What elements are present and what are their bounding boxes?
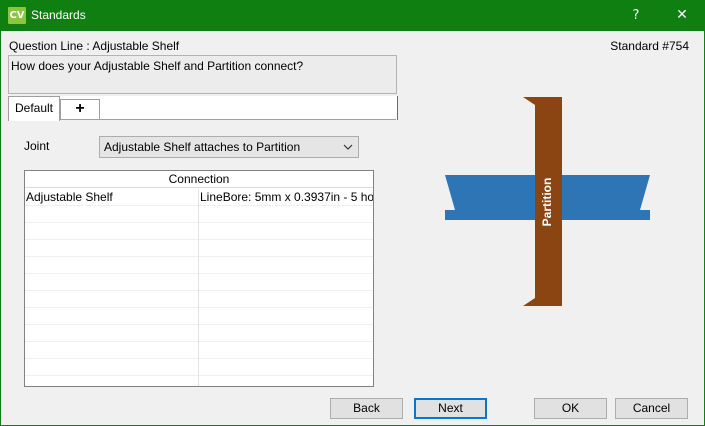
question-text: How does your Adjustable Shelf and Parti… bbox=[8, 55, 397, 94]
chevron-down-icon bbox=[343, 144, 353, 150]
close-button[interactable]: ✕ bbox=[665, 0, 699, 31]
cell-connection bbox=[199, 308, 373, 325]
joint-diagram: Partition bbox=[445, 97, 650, 306]
window-title: Standards bbox=[31, 8, 86, 22]
cell-connection bbox=[199, 274, 373, 291]
cell-connection bbox=[199, 359, 373, 376]
title-bar: CV Standards ? ✕ bbox=[0, 0, 705, 31]
app-icon: CV bbox=[8, 7, 26, 24]
partition-label: Partition bbox=[540, 178, 554, 227]
plus-icon: + bbox=[75, 100, 85, 117]
table-row[interactable] bbox=[25, 376, 373, 386]
tab-default[interactable]: Default bbox=[8, 96, 60, 121]
cell-connection bbox=[199, 291, 373, 308]
connection-grid[interactable]: Connection Adjustable Shelf LineBore: 5mm… bbox=[24, 170, 374, 387]
back-button[interactable]: Back bbox=[330, 398, 403, 419]
cell-part bbox=[25, 274, 199, 291]
question-line-label: Question Line : Adjustable Shelf bbox=[9, 39, 180, 53]
table-row[interactable]: Adjustable Shelf LineBore: 5mm x 0.3937in… bbox=[25, 189, 373, 206]
cell-part bbox=[25, 376, 199, 386]
cell-part bbox=[25, 291, 199, 308]
table-row[interactable] bbox=[25, 291, 373, 308]
table-row[interactable] bbox=[25, 342, 373, 359]
cell-connection: LineBore: 5mm x 0.3937in - 5 holes bbox=[200, 190, 373, 204]
standard-number: Standard #754 bbox=[610, 39, 689, 53]
joint-label: Joint bbox=[24, 139, 50, 153]
ok-button[interactable]: OK bbox=[534, 398, 607, 419]
cell-part bbox=[25, 257, 199, 274]
table-row[interactable] bbox=[25, 308, 373, 325]
cell-connection bbox=[199, 376, 373, 386]
table-row[interactable] bbox=[25, 223, 373, 240]
help-button[interactable]: ? bbox=[622, 0, 650, 31]
cell-connection bbox=[199, 342, 373, 359]
cancel-button[interactable]: Cancel bbox=[615, 398, 688, 419]
cell-part bbox=[25, 325, 199, 342]
table-row[interactable] bbox=[25, 359, 373, 376]
tab-strip: Default + bbox=[8, 96, 398, 121]
tab-strip-edge bbox=[396, 96, 398, 120]
table-row[interactable] bbox=[25, 274, 373, 291]
grid-header-connection: Connection bbox=[25, 171, 373, 188]
table-row[interactable] bbox=[25, 325, 373, 342]
add-tab-button[interactable]: + bbox=[60, 99, 100, 119]
cell-connection bbox=[199, 240, 373, 257]
joint-dropdown-value: Adjustable Shelf attaches to Partition bbox=[104, 140, 301, 154]
cell-part bbox=[25, 308, 199, 325]
cell-part bbox=[25, 206, 199, 223]
cell-part bbox=[25, 240, 199, 257]
cell-part bbox=[25, 223, 199, 240]
next-button[interactable]: Next bbox=[414, 398, 487, 419]
table-row[interactable] bbox=[25, 257, 373, 274]
joint-dropdown[interactable]: Adjustable Shelf attaches to Partition bbox=[99, 136, 359, 158]
cell-connection bbox=[199, 325, 373, 342]
cell-connection bbox=[199, 223, 373, 240]
cell-connection bbox=[199, 257, 373, 274]
table-row[interactable] bbox=[25, 240, 373, 257]
cell-part bbox=[25, 359, 199, 376]
cell-part: Adjustable Shelf bbox=[25, 189, 199, 206]
cell-connection bbox=[199, 206, 373, 223]
table-row[interactable] bbox=[25, 206, 373, 223]
cell-part bbox=[25, 342, 199, 359]
